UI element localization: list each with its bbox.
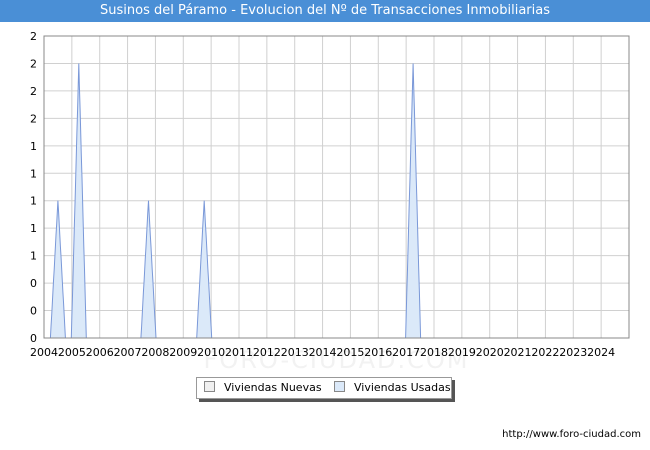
x-tick-label: 2009 — [169, 346, 197, 359]
x-tick-label: 2010 — [197, 346, 225, 359]
source-url: http://www.foro-ciudad.com — [502, 429, 641, 440]
y-tick-label: 2 — [30, 57, 37, 70]
y-tick-label: 1 — [30, 195, 37, 208]
x-tick-label: 2024 — [587, 346, 615, 359]
x-tick-label: 2021 — [504, 346, 532, 359]
y-tick-label: 2 — [30, 112, 37, 125]
legend-item-nuevas: Viviendas Nuevas — [204, 381, 322, 394]
legend-swatch-nuevas — [204, 381, 215, 392]
x-tick-label: 2012 — [253, 346, 281, 359]
x-tick-label: 2020 — [476, 346, 504, 359]
x-tick-label: 2004 — [30, 346, 58, 359]
legend-label-nuevas: Viviendas Nuevas — [224, 381, 322, 394]
y-tick-label: 1 — [30, 250, 37, 263]
x-tick-label: 2011 — [225, 346, 253, 359]
x-tick-label: 2023 — [559, 346, 587, 359]
x-tick-label: 2022 — [531, 346, 559, 359]
x-tick-label: 2013 — [281, 346, 309, 359]
y-tick-label: 0 — [30, 332, 37, 345]
x-tick-label: 2016 — [364, 346, 392, 359]
chart-title: Susinos del Páramo - Evolucion del Nº de… — [100, 3, 550, 18]
y-tick-label: 1 — [30, 167, 37, 180]
x-tick-label: 2014 — [309, 346, 337, 359]
plot-area — [44, 36, 629, 338]
y-tick-label: 1 — [30, 222, 37, 235]
legend-item-usadas: Viviendas Usadas — [334, 381, 451, 394]
y-tick-label: 2 — [30, 30, 37, 43]
x-axis-ticks: 2004 2005 2006 2007 2008 2009 2010 2011 2012 2013… — [30, 346, 615, 359]
legend-swatch-usadas — [334, 381, 345, 392]
x-tick-label: 2007 — [114, 346, 142, 359]
legend-label-usadas: Viviendas Usadas — [354, 381, 451, 394]
x-tick-label: 2018 — [420, 346, 448, 359]
x-tick-label: 2005 — [58, 346, 86, 359]
y-tick-label: 2 — [30, 85, 37, 98]
legend: Viviendas Nuevas Viviendas Usadas — [196, 377, 452, 399]
x-tick-label: 2015 — [336, 346, 364, 359]
x-tick-label: 2019 — [448, 346, 476, 359]
y-axis-ticks: 0 0 0 1 1 1 1 1 2 2 2 2 — [30, 30, 37, 345]
x-tick-label: 2006 — [86, 346, 114, 359]
x-tick-label: 2008 — [141, 346, 169, 359]
title-bar: Susinos del Páramo - Evolucion del Nº de… — [0, 0, 650, 22]
x-tick-label: 2017 — [392, 346, 420, 359]
y-tick-label: 0 — [30, 277, 37, 290]
y-tick-label: 1 — [30, 140, 37, 153]
y-tick-label: 0 — [30, 305, 37, 318]
